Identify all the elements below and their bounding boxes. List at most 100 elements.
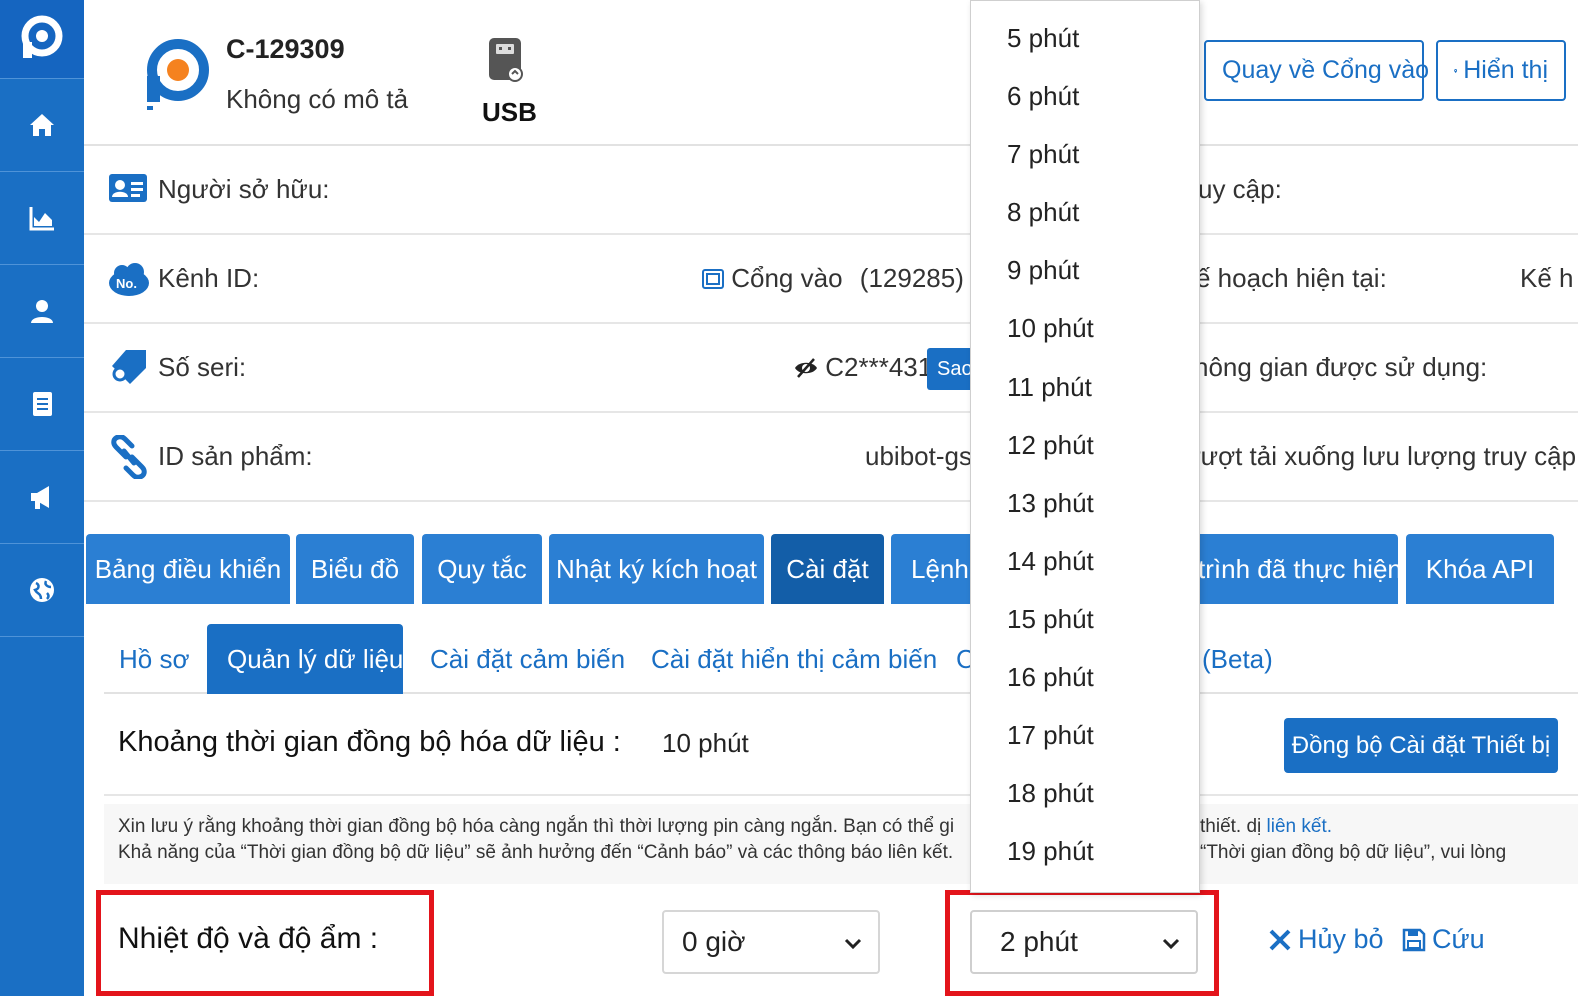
sync-interval-value: 10 phút — [662, 728, 749, 758]
temperature-humidity-label: Nhiệt độ và độ ẩm : — [118, 922, 379, 955]
sidebar-item-announcements[interactable] — [0, 450, 84, 543]
sidebar — [0, 0, 84, 996]
svg-text:No.: No. — [116, 276, 137, 291]
subtab-profile[interactable]: Hồ sơ — [119, 624, 190, 694]
sidebar-item-document[interactable] — [0, 357, 84, 450]
notice-line-1-right-text: thiết. dị — [1200, 816, 1262, 837]
plan-label: ế hoạch hiện tại: — [1196, 263, 1387, 293]
sidebar-item-globe[interactable] — [0, 543, 84, 636]
dropdown-option[interactable]: 7 phút — [1007, 139, 1079, 170]
subtab-sensor-settings[interactable]: Cài đặt cảm biến — [430, 624, 625, 694]
channel-label: Kênh ID: — [158, 263, 260, 293]
save-icon — [1402, 928, 1426, 951]
product-label: ID sản phẩm: — [158, 441, 313, 471]
user-icon — [31, 300, 53, 323]
tab-charts[interactable]: Biểu đồ — [296, 534, 414, 604]
usb-label: USB — [482, 97, 537, 127]
show-button[interactable]: Hiển thị — [1436, 40, 1566, 101]
tab-dashboard[interactable]: Bảng điều khiển — [86, 534, 290, 604]
owner-row: Người sở hữu: uy cập: — [84, 146, 1578, 235]
sidebar-divider — [0, 636, 84, 638]
dropdown-option[interactable]: 12 phút — [1007, 430, 1094, 461]
serial-value: C2***431 — [825, 352, 933, 382]
dropdown-option[interactable]: 9 phút — [1007, 255, 1079, 286]
notice-line-2-right: “Thời gian đồng bộ dữ liệu”, vui lòng — [1200, 842, 1507, 863]
dropdown-option[interactable]: 6 phút — [1007, 81, 1079, 112]
dropdown-option[interactable]: 13 phút — [1007, 488, 1094, 519]
dropdown-option[interactable]: 17 phút — [1007, 720, 1094, 751]
minutes-dropdown-list: 5 phút 6 phút 7 phút 8 phút 9 phút 10 ph… — [970, 0, 1200, 893]
channel-id-icon: No. — [109, 263, 149, 296]
divider — [104, 794, 1578, 796]
usb-icon — [489, 38, 523, 82]
hours-select-value: 0 giờ — [682, 926, 746, 957]
tab-commands[interactable]: Lệnh — [891, 534, 981, 604]
gateway-link[interactable]: Cổng vào (129285) — [702, 263, 964, 294]
chevron-down-icon — [1162, 938, 1180, 950]
main-tabs: Bảng điều khiển Biểu đồ Quy tắc Nhật ký … — [84, 534, 1578, 604]
notice-line-2: Khả năng của “Thời gian đồng bộ dữ liệu”… — [118, 842, 954, 863]
sync-interval-label: Khoảng thời gian đồng bộ hóa dữ liệu : — [118, 726, 621, 758]
dropdown-option[interactable]: 18 phút — [1007, 778, 1094, 809]
gateway-link-label: Cổng vào — [731, 263, 843, 293]
tab-activation-log[interactable]: Nhật ký kích hoạt — [549, 534, 764, 604]
subtab-beta[interactable]: (Beta) — [1202, 624, 1273, 694]
logo-icon — [21, 15, 63, 58]
dropdown-option[interactable]: 15 phút — [1007, 604, 1094, 635]
dropdown-option[interactable]: 19 phút — [1007, 836, 1094, 867]
serial-label: Số seri: — [158, 352, 247, 382]
globe-icon — [30, 578, 54, 602]
notice-line-1-right: thiết. dị liên kết. — [1200, 816, 1332, 838]
dropdown-option[interactable]: 16 phút — [1007, 662, 1094, 693]
hours-select[interactable]: 0 giờ — [662, 910, 880, 974]
notice-link[interactable]: liên kết. — [1267, 816, 1332, 837]
chevron-down-icon — [844, 938, 862, 950]
home-icon — [30, 114, 54, 136]
link-icon — [111, 435, 147, 479]
save-button[interactable]: Cứu — [1402, 924, 1485, 955]
device-logo-icon — [147, 39, 209, 110]
sidebar-item-chart[interactable] — [0, 171, 84, 264]
cancel-button[interactable]: Hủy bỏ — [1268, 924, 1384, 955]
subtab-sensor-display-settings[interactable]: Cài đặt hiển thị cảm biến — [651, 624, 937, 694]
tab-executed-programs[interactable]: trình đã thực hiện — [1184, 534, 1402, 604]
close-icon — [1269, 929, 1291, 950]
id-card-icon — [109, 174, 147, 202]
minutes-select-value: 2 phút — [1000, 926, 1078, 957]
cancel-label: Hủy bỏ — [1298, 924, 1384, 954]
gateway-icon — [702, 269, 724, 289]
owner-label: Người sở hữu: — [158, 174, 330, 204]
save-label: Cứu — [1432, 924, 1485, 954]
minutes-select[interactable]: 2 phút — [970, 910, 1198, 974]
device-header: C-129309 Không có mô tả USB Quay về Cổng… — [84, 0, 1578, 146]
chart-icon — [29, 207, 54, 231]
tab-rules[interactable]: Quy tắc — [422, 534, 542, 604]
serial-row: Số seri: C2***431 Sao hông gian được sử … — [84, 324, 1578, 413]
gateway-id: (129285) — [859, 263, 964, 293]
serial-value-group: C2***431 — [794, 352, 932, 383]
access-label: uy cập: — [1198, 174, 1282, 204]
dropdown-option[interactable]: 5 phút — [1007, 23, 1079, 54]
dropdown-option[interactable]: 10 phút — [1007, 313, 1094, 344]
map-pin-icon — [1454, 68, 1458, 73]
dropdown-option[interactable]: 8 phút — [1007, 197, 1079, 228]
sync-device-settings-button[interactable]: Đồng bộ Cài đặt Thiết bị — [1284, 718, 1558, 773]
dropdown-option[interactable]: 14 phút — [1007, 546, 1094, 577]
sidebar-item-user[interactable] — [0, 264, 84, 357]
show-button-label: Hiển thị — [1463, 56, 1548, 84]
tab-settings[interactable]: Cài đặt — [771, 534, 884, 604]
app-logo[interactable] — [0, 0, 84, 78]
space-used-label: hông gian được sử dụng: — [1194, 352, 1488, 382]
subtab-data-management[interactable]: Quản lý dữ liệu — [207, 624, 403, 694]
eye-slash-icon[interactable] — [794, 358, 818, 378]
dropdown-option[interactable]: 11 phút — [1007, 372, 1092, 403]
device-name: C-129309 — [226, 34, 345, 64]
sidebar-item-home[interactable] — [0, 78, 84, 171]
sub-tabs: Hồ sơ Quản lý dữ liệu Cài đặt cảm biến C… — [104, 624, 1578, 694]
tab-api-keys[interactable]: Khóa API — [1406, 534, 1554, 604]
back-to-gateway-button[interactable]: Quay về Cổng vào — [1204, 40, 1429, 101]
device-description: Không có mô tả — [226, 84, 409, 114]
notice-line-1: Xin lưu ý rằng khoảng thời gian đồng bộ … — [118, 816, 955, 837]
plan-value: Kế h — [1520, 263, 1574, 293]
product-row: ID sản phẩm: ubibot-gs, rượt tải xuống l… — [84, 413, 1578, 502]
